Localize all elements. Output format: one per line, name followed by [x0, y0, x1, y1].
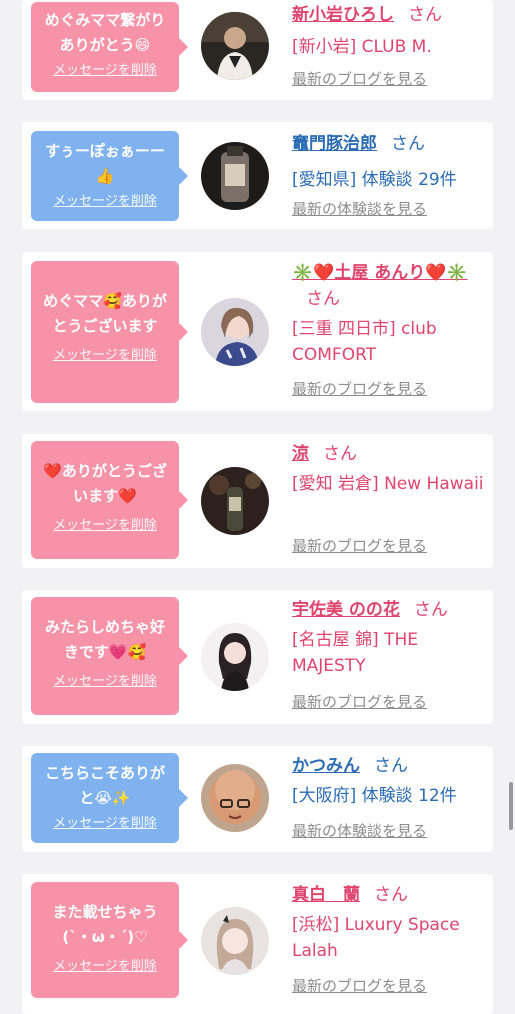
message-bubble: また載せちゃう(`・ω・´)♡ メッセージを削除 — [31, 882, 188, 998]
avatar[interactable] — [201, 907, 269, 975]
latest-post-link[interactable]: 最新のブログを見る — [292, 536, 427, 556]
honorific: さん — [323, 444, 357, 464]
message-text: すぅーぽぉぁーー👍 — [45, 142, 165, 185]
message-text: めぐみママ繋がりありがとう😄 — [44, 11, 166, 54]
delete-message-link[interactable]: メッセージを削除 — [41, 193, 169, 211]
message-bubble: みたらしめちゃ好きです💗🥰 メッセージを削除 — [31, 597, 188, 715]
shop-info: [愛知県] 体験談 29件 — [292, 170, 457, 190]
user-name-link[interactable]: 宇佐美 のの花 — [292, 600, 400, 620]
honorific: さん — [391, 134, 425, 154]
latest-post-link[interactable]: 最新のブログを見る — [292, 69, 427, 89]
latest-post-link[interactable]: 最新の体験談を見る — [292, 199, 427, 219]
user-card: すぅーぽぉぁーー👍 メッセージを削除 竈門豚治郎 さん [愛知県] 体験談 29件… — [22, 122, 493, 229]
honorific: さん — [408, 5, 442, 25]
avatar[interactable] — [201, 764, 269, 832]
message-bubble: こちらこそありがと😭✨ メッセージを削除 — [31, 753, 188, 843]
shop-info: [三重 四日市] club COMFORT — [292, 319, 437, 365]
avatar[interactable] — [201, 467, 269, 535]
honorific: さん — [374, 756, 408, 776]
avatar[interactable] — [201, 142, 269, 210]
user-name-link[interactable]: かつみん — [292, 756, 360, 776]
user-card: めぐママ🥰ありがとうございます メッセージを削除 ✳️❤️土屋 あんり❤️✳️ さ… — [22, 252, 493, 411]
delete-message-link[interactable]: メッセージを削除 — [41, 958, 169, 976]
honorific: さん — [413, 600, 448, 620]
user-name-link[interactable]: ✳️❤️土屋 あんり❤️✳️ — [292, 263, 468, 283]
user-card: みたらしめちゃ好きです💗🥰 メッセージを削除 宇佐美 のの花 さん [名古屋 錦]… — [22, 590, 493, 724]
message-text: また載せちゃう(`・ω・´)♡ — [52, 903, 158, 946]
message-text: みたらしめちゃ好きです💗🥰 — [44, 618, 165, 661]
delete-message-link[interactable]: メッセージを削除 — [41, 673, 169, 691]
honorific: さん — [306, 289, 340, 309]
message-bubble: めぐみママ繋がりありがとう😄 メッセージを削除 — [31, 2, 188, 92]
avatar[interactable] — [201, 12, 269, 80]
latest-post-link[interactable]: 最新のブログを見る — [292, 976, 427, 996]
shop-info: [大阪府] 体験談 12件 — [292, 786, 457, 806]
user-name-link[interactable]: 涼 — [292, 444, 309, 464]
message-bubble: ❤️ありがとうございます❤️ メッセージを削除 — [31, 441, 188, 559]
latest-post-link[interactable]: 最新の体験談を見る — [292, 821, 427, 841]
shop-info: [浜松] Luxury Space Lalah — [292, 915, 460, 961]
shop-info: [新小岩] CLUB M. — [292, 37, 432, 57]
user-info: 宇佐美 のの花 さん [名古屋 錦] THE MAJESTY — [292, 597, 487, 679]
message-text: めぐママ🥰ありがとうございます — [43, 292, 167, 335]
latest-post-link[interactable]: 最新のブログを見る — [292, 379, 427, 399]
user-info: 真白 蘭さん [浜松] Luxury Space Lalah — [292, 882, 487, 964]
user-card: こちらこそありがと😭✨ メッセージを削除 かつみん さん [大阪府] 体験談 12… — [22, 746, 493, 852]
avatar[interactable] — [201, 298, 269, 366]
latest-post-link[interactable]: 最新のブログを見る — [292, 692, 427, 712]
message-text: こちらこそありがと😭✨ — [44, 764, 165, 807]
user-card: めぐみママ繋がりありがとう😄 メッセージを削除 新小岩ひろし さん [新小岩] C… — [22, 0, 493, 100]
user-name-link[interactable]: 新小岩ひろし — [292, 5, 394, 25]
user-info: かつみん さん [大阪府] 体験談 12件 — [292, 753, 487, 809]
user-info: 竈門豚治郎 さん [愛知県] 体験談 29件 — [292, 131, 487, 193]
message-text: ❤️ありがとうございます❤️ — [43, 462, 167, 505]
user-info: ✳️❤️土屋 あんり❤️✳️ さん [三重 四日市] club COMFORT — [292, 260, 487, 368]
user-name-link[interactable]: 真白 蘭 — [292, 885, 360, 905]
delete-message-link[interactable]: メッセージを削除 — [41, 517, 169, 535]
user-info: 涼さん [愛知 岩倉] New Hawaii — [292, 441, 487, 497]
user-card: また載せちゃう(`・ω・´)♡ メッセージを削除 真白 蘭さん [浜松] Lux… — [22, 874, 493, 1014]
shop-info: [愛知 岩倉] New Hawaii — [292, 474, 484, 494]
message-bubble: すぅーぽぉぁーー👍 メッセージを削除 — [31, 131, 188, 221]
user-name-link[interactable]: 竈門豚治郎 — [292, 134, 377, 154]
scrollbar[interactable] — [509, 782, 513, 830]
shop-info: [名古屋 錦] THE MAJESTY — [292, 630, 418, 676]
avatar[interactable] — [201, 623, 269, 691]
user-info: 新小岩ひろし さん [新小岩] CLUB M. — [292, 2, 487, 60]
delete-message-link[interactable]: メッセージを削除 — [41, 347, 169, 365]
message-bubble: めぐママ🥰ありがとうございます メッセージを削除 — [31, 261, 188, 403]
delete-message-link[interactable]: メッセージを削除 — [41, 62, 169, 80]
user-card: ❤️ありがとうございます❤️ メッセージを削除 涼さん [愛知 岩倉] New … — [22, 434, 493, 568]
honorific: さん — [374, 885, 408, 905]
delete-message-link[interactable]: メッセージを削除 — [41, 815, 169, 833]
